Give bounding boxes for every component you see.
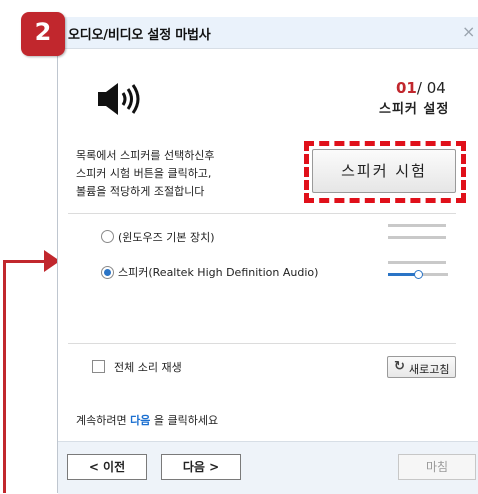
refresh-icon: ↻ [394, 359, 405, 374]
volume-slider-handle[interactable] [414, 270, 423, 279]
annotation-arrow-shaft [3, 260, 49, 263]
refresh-label: 새로고침 [409, 363, 450, 376]
level-meter [388, 224, 446, 227]
continue-instruction: 계속하려면 다음 을 클릭하세요 [76, 412, 218, 428]
continue-next-highlight: 다음 [130, 414, 151, 427]
device-label-realtek: 스피커(Realtek High Definition Audio) [118, 266, 319, 279]
all-sound-label: 전체 소리 재생 [114, 361, 182, 374]
close-icon[interactable]: × [462, 22, 475, 41]
instruction-line: 스피커 시험 버튼을 클릭하고, [76, 167, 212, 180]
instructions-text: 목록에서 스피커를 선택하신후 스피커 시험 버튼을 클릭하고, 볼륨을 적당하… [76, 147, 215, 201]
continue-suffix: 을 클릭하세요 [150, 414, 219, 427]
next-button[interactable]: 다음 > [161, 454, 241, 480]
device-radio-default[interactable] [101, 230, 114, 243]
level-meter [388, 261, 446, 264]
refresh-button[interactable]: ↻ 새로고침 [387, 356, 456, 378]
finish-button[interactable]: 마침 [398, 454, 476, 480]
all-sound-checkbox[interactable] [92, 360, 105, 373]
continue-prefix: 계속하려면 [76, 414, 131, 427]
level-meter [388, 236, 446, 239]
section-title: 스피커 설정 [379, 102, 450, 117]
speaker-test-button[interactable]: 스피커 시험 [312, 149, 456, 193]
device-radio-realtek[interactable] [101, 266, 114, 279]
volume-slider[interactable] [388, 270, 448, 279]
divider [68, 213, 456, 214]
page-total: / 04 [416, 79, 446, 97]
device-label-default: (윈도우즈 기본 장치) [118, 231, 215, 244]
annotation-arrow-stem [3, 262, 6, 493]
divider [68, 343, 456, 344]
page-indicator: 01/ 04 [396, 79, 446, 97]
prev-button[interactable]: < 이전 [67, 454, 147, 480]
instruction-line: 목록에서 스피커를 선택하신후 [76, 149, 215, 162]
step-number: 2 [34, 18, 52, 46]
speaker-icon [98, 83, 140, 115]
instruction-line: 볼륨을 적당하게 조절합니다 [76, 185, 205, 198]
window-title: 오디오/비디오 설정 마법사 [68, 28, 211, 43]
page-current: 01 [396, 79, 417, 97]
step-badge: 2 [21, 12, 65, 56]
